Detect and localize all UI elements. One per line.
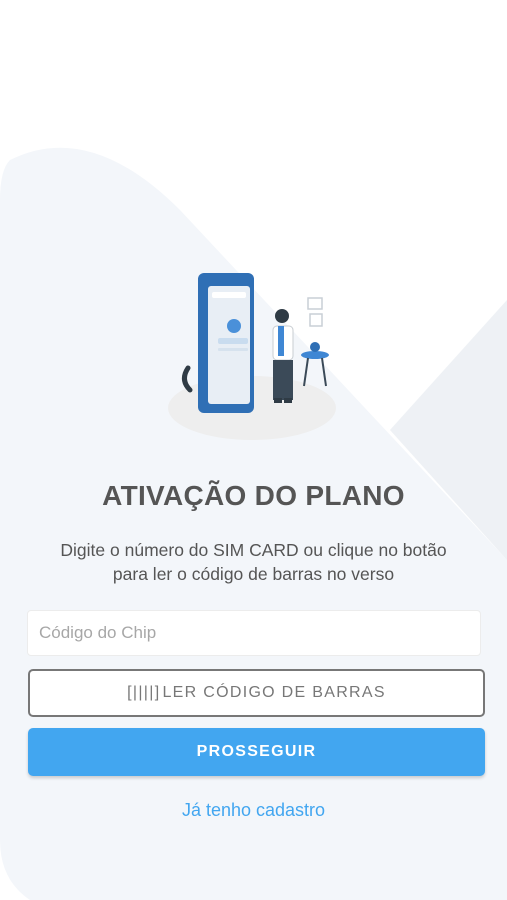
proceed-button[interactable]: PROSSEGUIR — [28, 728, 485, 776]
existing-account-link[interactable]: Já tenho cadastro — [0, 800, 507, 821]
scan-barcode-button[interactable]: [||||] LER CÓDIGO DE BARRAS — [28, 669, 485, 717]
barcode-icon: [||||] — [127, 684, 161, 701]
phone-activation-illustration — [168, 273, 336, 440]
chip-code-input[interactable] — [27, 610, 481, 656]
instructions-line-2: para ler o código de barras no verso — [112, 564, 395, 584]
instructions-line-1: Digite o número do SIM CARD ou clique no… — [60, 540, 447, 560]
instructions-text: Digite o número do SIM CARD ou clique no… — [20, 538, 487, 586]
page-title: ATIVAÇÃO DO PLANO — [102, 480, 405, 511]
scan-barcode-label: LER CÓDIGO DE BARRAS — [162, 684, 386, 701]
